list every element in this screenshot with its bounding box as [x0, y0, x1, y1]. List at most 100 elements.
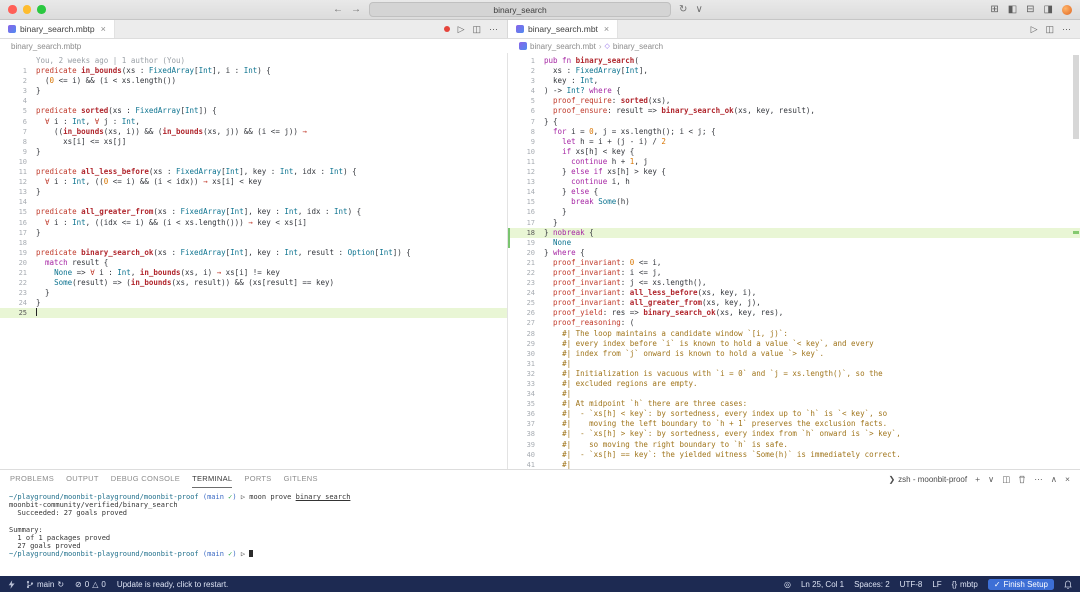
code-line[interactable]: 13 continue i, h	[508, 177, 1080, 187]
line-number[interactable]: 38	[508, 429, 544, 439]
line-number[interactable]: 2	[508, 66, 544, 76]
code-line[interactable]: 4) -> Int? where {	[508, 86, 1080, 96]
code-line[interactable]: 32 #| Initialization is vacuous with `i …	[508, 369, 1080, 379]
line-number[interactable]: 30	[508, 349, 544, 359]
line-number[interactable]: 20	[0, 258, 36, 268]
code-line[interactable]: 26 proof_yield: res => binary_search_ok(…	[508, 308, 1080, 318]
minimize-window-button[interactable]	[23, 5, 32, 14]
close-panel-icon[interactable]: ×	[1065, 474, 1070, 484]
layout-grid-icon[interactable]: ⊞	[990, 4, 998, 15]
broadcast-icon[interactable]: ◎	[784, 580, 791, 589]
line-number[interactable]: 17	[508, 218, 544, 228]
code-line[interactable]: 37 #| moving the left boundary to `h + 1…	[508, 419, 1080, 429]
finish-setup-button[interactable]: ✓ Finish Setup	[988, 579, 1054, 590]
line-number[interactable]: 13	[0, 187, 36, 197]
code-line[interactable]: 15 break Some(h)	[508, 197, 1080, 207]
zoom-window-button[interactable]	[37, 5, 46, 14]
update-message[interactable]: Update is ready, click to restart.	[117, 580, 228, 589]
line-number[interactable]: 40	[508, 450, 544, 460]
code-line[interactable]: 11 continue h + 1, j	[508, 157, 1080, 167]
line-number[interactable]: 25	[508, 298, 544, 308]
code-line[interactable]: 2 xs : FixedArray[Int],	[508, 66, 1080, 76]
code-line[interactable]: 25 proof_invariant: all_greater_from(xs,…	[508, 298, 1080, 308]
code-line[interactable]: 30 #| index from `j` onward is known to …	[508, 349, 1080, 359]
panel-more-icon[interactable]: ⋯	[1034, 474, 1043, 485]
line-number[interactable]: 18	[508, 228, 544, 238]
line-number[interactable]: 29	[508, 339, 544, 349]
code-line[interactable]: 17}	[0, 228, 507, 238]
code-line[interactable]: 20} where {	[508, 248, 1080, 258]
tab-output[interactable]: OUTPUT	[66, 470, 99, 488]
line-number[interactable]: 36	[508, 409, 544, 419]
code-line[interactable]: 4	[0, 96, 507, 106]
line-number[interactable]: 8	[0, 137, 36, 147]
back-icon[interactable]: ←	[333, 5, 343, 15]
line-number[interactable]: 15	[0, 207, 36, 217]
line-number[interactable]: 11	[0, 167, 36, 177]
line-number[interactable]: 24	[0, 298, 36, 308]
line-number[interactable]: 21	[0, 268, 36, 278]
line-number[interactable]: 20	[508, 248, 544, 258]
line-number[interactable]: 27	[508, 318, 544, 328]
encoding-indicator[interactable]: UTF-8	[900, 580, 923, 589]
code-line[interactable]: 10 if xs[h] < key {	[508, 147, 1080, 157]
tab-binary-search-mbt[interactable]: binary_search.mbt ×	[508, 20, 618, 38]
line-number[interactable]: 19	[0, 248, 36, 258]
eol-indicator[interactable]: LF	[932, 580, 941, 589]
line-number[interactable]: 16	[0, 218, 36, 228]
run-icon[interactable]: ▷	[458, 24, 465, 35]
line-number[interactable]: 17	[0, 228, 36, 238]
line-number[interactable]: 10	[0, 157, 36, 167]
line-number[interactable]: 16	[508, 207, 544, 217]
line-number[interactable]: 21	[508, 258, 544, 268]
code-line[interactable]: 38 #| - `xs[h] > key`: by sortedness, ev…	[508, 429, 1080, 439]
code-line[interactable]: 27 proof_reasoning: (	[508, 318, 1080, 328]
line-number[interactable]: 25	[0, 308, 36, 318]
scrollbar-thumb[interactable]	[1073, 55, 1079, 139]
code-line[interactable]: 6 ∀ i : Int, ∀ j : Int,	[0, 117, 507, 127]
tab-debug-console[interactable]: DEBUG CONSOLE	[111, 470, 180, 488]
line-number[interactable]: 37	[508, 419, 544, 429]
editor-binary-search-mbt[interactable]: 1pub fn binary_search(2 xs : FixedArray[…	[508, 53, 1080, 469]
breadcrumb-left[interactable]: binary_search.mbtp	[0, 42, 508, 51]
account-avatar[interactable]	[1062, 5, 1072, 15]
line-number[interactable]: 14	[508, 187, 544, 197]
tab-binary-search-mbtp[interactable]: binary_search.mbtp ×	[0, 20, 115, 38]
line-number[interactable]: 10	[508, 147, 544, 157]
line-number[interactable]: 28	[508, 329, 544, 339]
line-number[interactable]: 9	[0, 147, 36, 157]
problems-indicator[interactable]: ⊘ 0 △ 0	[75, 580, 106, 589]
cursor-position[interactable]: Ln 25, Col 1	[801, 580, 844, 589]
close-tab-icon[interactable]: ×	[604, 24, 609, 34]
code-line[interactable]: 9}	[0, 147, 507, 157]
code-line[interactable]: 36 #| - `xs[h] < key`: by sortedness, ev…	[508, 409, 1080, 419]
code-line[interactable]: 31 #|	[508, 359, 1080, 369]
line-number[interactable]: 19	[508, 238, 544, 248]
editor-binary-search-mbtp[interactable]: You, 2 weeks ago | 1 author (You)1predic…	[0, 53, 508, 469]
chevron-down-icon[interactable]: ∨	[695, 5, 702, 15]
code-line[interactable]: 11predicate all_less_before(xs : FixedAr…	[0, 167, 507, 177]
code-line[interactable]: 29 #| every index before `i` is known to…	[508, 339, 1080, 349]
terminal-output[interactable]: ~/playground/moonbit-playground/moonbit-…	[0, 488, 1080, 559]
line-number[interactable]: 4	[508, 86, 544, 96]
tab-problems[interactable]: PROBLEMS	[10, 470, 54, 488]
code-line[interactable]: 1pub fn binary_search(	[508, 56, 1080, 66]
line-number[interactable]: 31	[508, 359, 544, 369]
code-line[interactable]: 20 match result {	[0, 258, 507, 268]
code-line[interactable]: 17 }	[508, 218, 1080, 228]
code-line[interactable]: 34 #|	[508, 389, 1080, 399]
line-number[interactable]: 1	[0, 66, 36, 76]
line-number[interactable]: 12	[0, 177, 36, 187]
line-number[interactable]: 9	[508, 137, 544, 147]
line-number[interactable]: 26	[508, 308, 544, 318]
code-line[interactable]: 23 proof_invariant: j <= xs.length(),	[508, 278, 1080, 288]
toggle-sidebar-icon[interactable]: ◧	[1008, 4, 1017, 15]
close-tab-icon[interactable]: ×	[101, 24, 106, 34]
line-number[interactable]: 13	[508, 177, 544, 187]
code-line[interactable]: 6 proof_ensure: result => binary_search_…	[508, 106, 1080, 116]
code-line[interactable]: 22 Some(result) => (in_bounds(xs, result…	[0, 278, 507, 288]
line-number[interactable]: 12	[508, 167, 544, 177]
line-number[interactable]: 4	[0, 96, 36, 106]
line-number[interactable]: 18	[0, 238, 36, 248]
line-number[interactable]: 32	[508, 369, 544, 379]
